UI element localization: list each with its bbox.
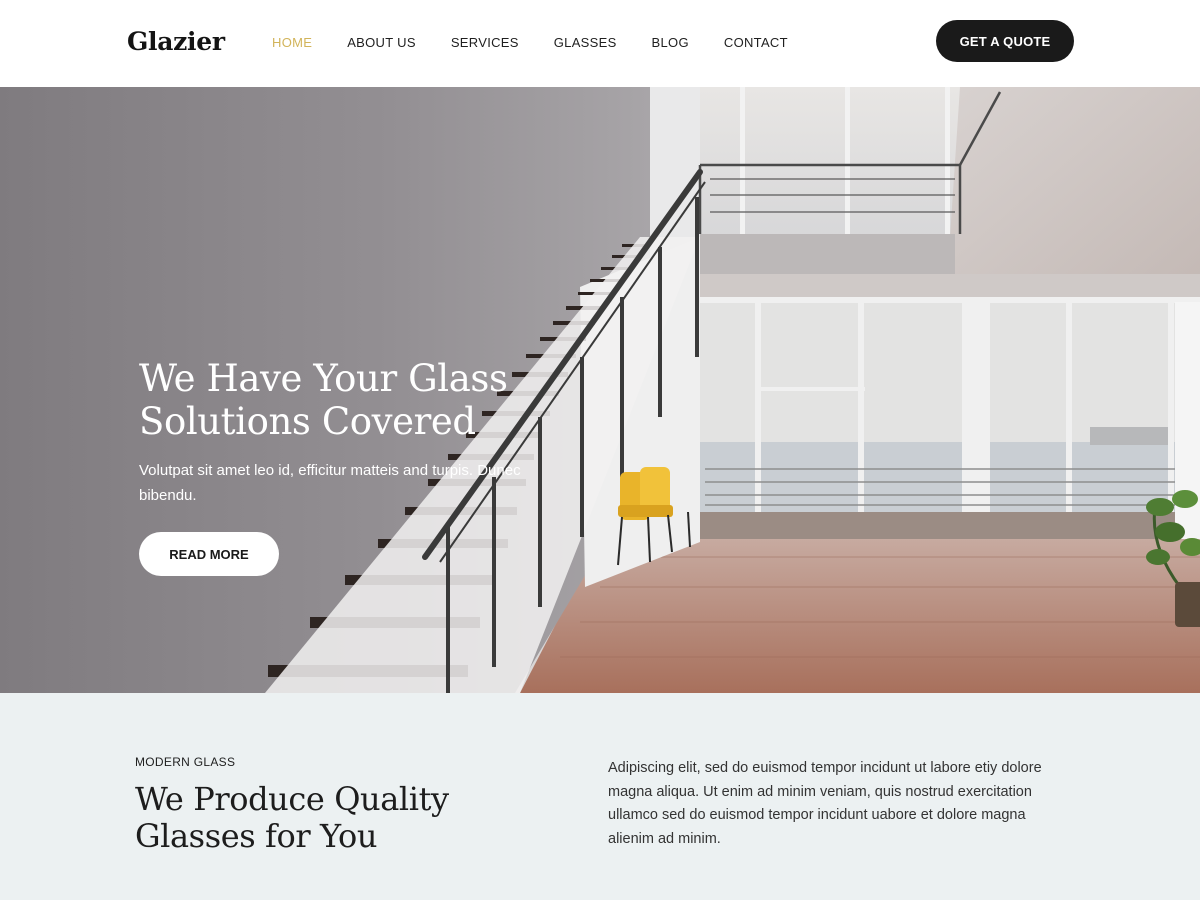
nav-glasses[interactable]: GLASSES (554, 35, 617, 51)
site-header: Glazier HOME ABOUT US SERVICES GLASSES B… (0, 0, 1200, 87)
nav-contact[interactable]: CONTACT (724, 35, 788, 51)
hero-section: We Have Your Glass Solutions Covered Vol… (0, 87, 1200, 693)
read-more-button[interactable]: READ MORE (139, 532, 279, 576)
nav-about-us[interactable]: ABOUT US (347, 35, 416, 51)
main-nav: HOME ABOUT US SERVICES GLASSES BLOG CONT… (272, 35, 823, 51)
hero-title: We Have Your Glass Solutions Covered (139, 357, 508, 443)
section-eyebrow: MODERN GLASS (135, 755, 236, 769)
site-logo[interactable]: Glazier (127, 27, 225, 56)
hero-description: Volutpat sit amet leo id, efficitur matt… (139, 462, 521, 504)
section-description: Adipiscing elit, sed do euismod tempor i… (608, 760, 1042, 847)
section-title: We Produce Quality Glasses for You (135, 780, 449, 855)
nav-home[interactable]: HOME (272, 35, 312, 51)
get-a-quote-button[interactable]: GET A QUOTE (936, 20, 1074, 62)
nav-services[interactable]: SERVICES (451, 35, 519, 51)
about-section: MODERN GLASS We Produce Quality Glasses … (0, 693, 1200, 900)
nav-blog[interactable]: BLOG (652, 35, 689, 51)
